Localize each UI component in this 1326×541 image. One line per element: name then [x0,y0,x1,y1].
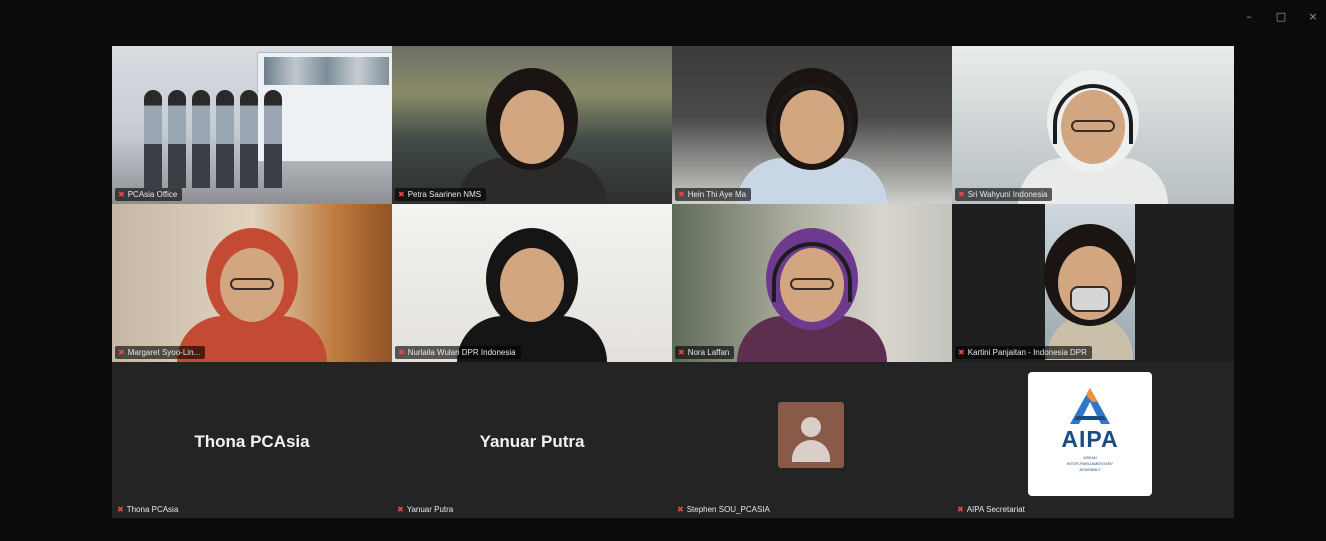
aipa-logo-text: AIPA [1061,426,1119,452]
participant-name-tag: ✖ Nurlaila Wulan DPR Indonesia [395,346,521,359]
participant-name-tag: ✖ Nora Laffan [675,346,735,359]
participant-tile[interactable]: ✖ Stephen SOU_PCASIA [672,362,952,518]
participant-name-tag: ✖ Margaret Syoo-Lin... [115,346,206,359]
participant-display-name: Yanuar Putra [479,432,585,451]
participant-tile[interactable]: ✖ Margaret Syoo-Lin... [112,204,392,362]
participant-tile[interactable]: ✖ PCAsia Office [112,46,392,204]
participant-name-tag: ✖ Sri Wahyuni Indonesia [955,188,1053,201]
participant-tile[interactable]: ✖ Hein Thi Aye Ma [672,46,952,204]
mic-off-icon: ✖ [678,190,685,199]
mic-off-icon: ✖ [678,348,685,357]
participant-tile[interactable]: ✖ Sri Wahyuni Indonesia [952,46,1234,204]
mic-off-icon: ✖ [397,505,404,514]
participant-name-tag: ✖ AIPA Secretariat [957,505,1025,514]
mic-off-icon: ✖ [398,348,405,357]
participant-video [952,46,1234,204]
aipa-logo-icon [1070,388,1110,424]
mic-off-icon: ✖ [398,190,405,199]
participant-display-name: Thona PCAsia [194,432,310,451]
participant-tile[interactable]: ✖ Petra Saarinen NMS [392,46,672,204]
aipa-logo-card: AIPA ASEAN INTER-PARLIAMENTARY ASSEMBLY [1028,372,1152,496]
mic-off-icon: ✖ [118,190,125,199]
aipa-logo-subtitle: ASEAN INTER-PARLIAMENTARY ASSEMBLY [1066,455,1114,472]
group-people [144,90,282,188]
participant-video [672,46,952,204]
mic-off-icon: ✖ [957,505,964,514]
participant-person [737,242,887,362]
participant-tile[interactable]: Yanuar Putra ✖ Yanuar Putra [392,362,672,518]
close-icon[interactable]: × [1306,10,1320,23]
participant-name-tag: ✖ PCAsia Office [115,188,183,201]
participant-person [457,248,607,362]
participant-tile[interactable]: ✖ Nurlaila Wulan DPR Indonesia [392,204,672,362]
participant-name-tag: ✖ Kartini Panjaitan - Indonesia DPR [955,346,1092,359]
participant-tile[interactable]: Thona PCAsia ✖ Thona PCAsia [112,362,392,518]
participant-name-tag: ✖ Yanuar Putra [397,505,454,514]
mic-off-icon: ✖ [958,348,965,357]
participant-name-tag: ✖ Hein Thi Aye Ma [675,188,752,201]
participant-person [457,90,607,204]
mic-off-icon: ✖ [677,505,684,514]
person-placeholder-icon [778,402,844,468]
participant-video [112,204,392,362]
participant-video [112,46,392,204]
participant-video [392,46,672,204]
participant-video [1045,204,1135,360]
participant-person [1018,84,1168,204]
minimize-icon[interactable]: – [1242,10,1256,23]
gallery-view: ✖ PCAsia Office ✖ Petra Saarinen NMS ✖ H… [112,46,1234,518]
participant-person [177,248,327,362]
participant-video [392,204,672,362]
participant-tile[interactable]: AIPA ASEAN INTER-PARLIAMENTARY ASSEMBLY … [952,362,1234,518]
participant-person [1047,246,1133,360]
mic-off-icon: ✖ [117,505,124,514]
window-controls: – □ × [1242,10,1320,23]
participant-name-tag: ✖ Stephen SOU_PCASIA [677,505,770,514]
mic-off-icon: ✖ [118,348,125,357]
participant-name-tag: ✖ Petra Saarinen NMS [395,188,487,201]
maximize-icon[interactable]: □ [1274,10,1288,23]
participant-tile[interactable]: ✖ Nora Laffan [672,204,952,362]
participant-video [672,204,952,362]
participant-name-tag: ✖ Thona PCAsia [117,505,179,514]
participant-person [737,84,887,204]
mic-off-icon: ✖ [958,190,965,199]
participant-tile[interactable]: ✖ Kartini Panjaitan - Indonesia DPR [952,204,1234,362]
